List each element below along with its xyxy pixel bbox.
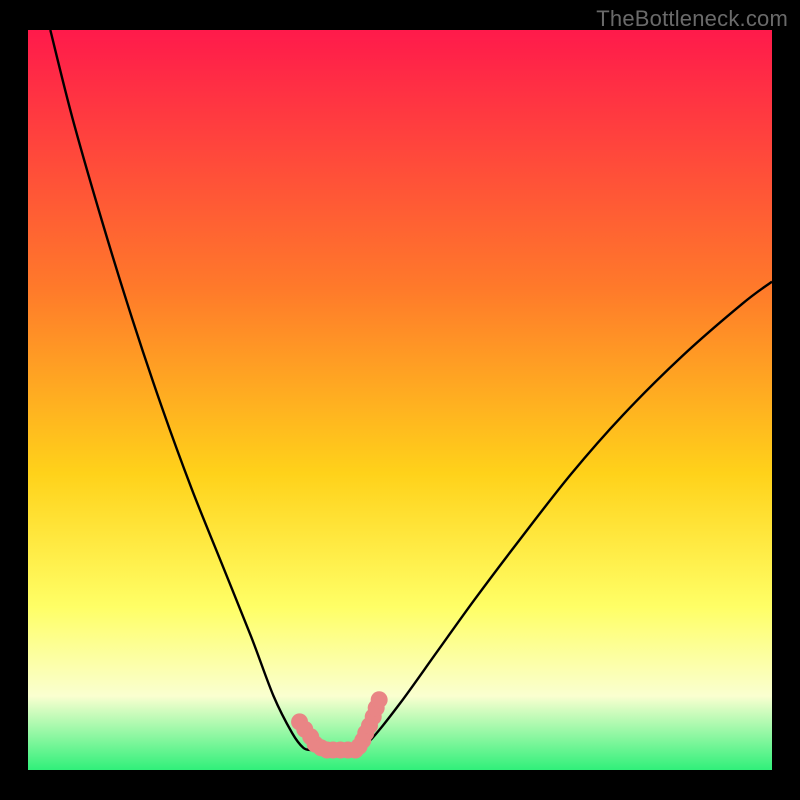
heat-gradient (28, 30, 772, 770)
plot-area (28, 30, 772, 770)
plot-svg (28, 30, 772, 770)
watermark-text: TheBottleneck.com (596, 6, 788, 32)
chart-container: TheBottleneck.com (0, 0, 800, 800)
